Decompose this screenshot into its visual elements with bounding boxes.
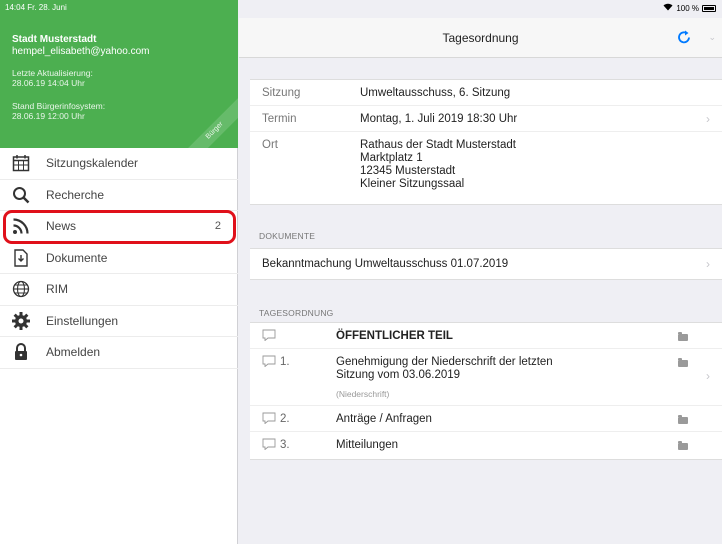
news-count-badge: 2 <box>214 220 221 233</box>
agenda-item-title: Genehmigung der Niederschrift der letzte… <box>336 356 553 401</box>
comment-icon <box>262 355 276 367</box>
document-title: Bekanntmachung Umweltausschuss 01.07.201… <box>262 258 509 270</box>
sidebar-item-label: Einstellungen <box>46 313 119 328</box>
agenda-card: ÖFFENTLICHER TEIL 1. Genehmigung der Nie… <box>250 322 722 460</box>
battery-percent: 100 % <box>676 3 699 13</box>
sidebar-item-label: Abmelden <box>46 345 101 360</box>
folder-icon[interactable] <box>678 415 688 424</box>
agenda-item-title: Anträge / Anfragen <box>336 413 432 425</box>
ort-value: Rathaus der Stadt Musterstadt Marktplatz… <box>360 139 722 204</box>
sidebar-item-label: News <box>46 219 77 234</box>
agenda-item-3[interactable]: 3. Mitteilungen <box>250 432 722 459</box>
battery-icon <box>702 4 716 12</box>
last-update-value: 28.06.19 14:04 Uhr <box>12 78 85 88</box>
agenda-item-number: 2. <box>280 413 290 425</box>
agenda-item-title: Mitteilungen <box>336 439 399 451</box>
status-time-date: 14:04 Fr. 28. Juni <box>5 3 67 12</box>
agenda-item-number: 3. <box>280 439 290 451</box>
status-right: 100 % <box>663 3 716 13</box>
folder-icon[interactable] <box>678 332 688 341</box>
lock-icon <box>10 342 32 362</box>
last-update-label: Letzte Aktualisierung: <box>12 68 93 78</box>
gear-icon <box>10 311 32 331</box>
system-status-value: 28.06.19 12:00 Uhr <box>12 111 85 121</box>
agenda-item-2[interactable]: 2. Anträge / Anfragen <box>250 406 722 432</box>
user-email: hempel_elisabeth@yahoo.com <box>12 46 150 57</box>
agenda-item-public[interactable]: ÖFFENTLICHER TEIL <box>250 323 722 349</box>
sidebar-menu: Sitzungskalender Recherche News 2 Dokume… <box>0 148 238 369</box>
sidebar-item-abmelden[interactable]: Abmelden <box>0 337 238 369</box>
account-header: 14:04 Fr. 28. Juni Stadt Musterstadt hem… <box>0 0 238 148</box>
agenda-item-number: 1. <box>280 356 290 368</box>
info-row-sitzung: Sitzung Umweltausschuss, 6. Sitzung <box>250 80 722 106</box>
sidebar-item-label: Sitzungskalender <box>46 156 139 171</box>
comment-icon <box>262 329 276 341</box>
nav-bar: Tagesordnung ⌄ <box>239 18 722 58</box>
termin-value: Montag, 1. Juli 2019 18:30 Uhr <box>360 112 518 125</box>
system-status-label: Stand Bürgerinfosystem: <box>12 101 106 111</box>
wifi-icon <box>663 3 673 13</box>
sidebar-item-sitzungskalender[interactable]: Sitzungskalender <box>0 148 238 180</box>
search-icon <box>10 185 32 205</box>
sidebar-item-label: Recherche <box>46 187 105 202</box>
rss-icon <box>10 216 32 236</box>
ort-line: Kleiner Sitzungssaal <box>360 178 465 190</box>
sidebar-item-label: RIM <box>46 282 68 297</box>
chevron-down-icon[interactable]: ⌄ <box>708 32 716 43</box>
ort-label: Ort <box>262 139 278 151</box>
chevron-right-icon: › <box>706 111 710 126</box>
document-row[interactable]: Bekanntmachung Umweltausschuss 01.07.201… <box>250 249 722 279</box>
role-ribbon: Bürger <box>178 94 238 148</box>
sidebar-item-dokumente[interactable]: Dokumente <box>0 243 238 274</box>
calendar-icon <box>10 153 32 173</box>
info-row-ort: Ort Rathaus der Stadt Musterstadt Marktp… <box>250 132 722 204</box>
sidebar-item-label: Dokumente <box>46 250 108 265</box>
last-update: Letzte Aktualisierung: 28.06.19 14:04 Uh… <box>12 68 93 88</box>
page-title: Tagesordnung <box>442 31 519 45</box>
sitzung-value: Umweltausschuss, 6. Sitzung <box>360 86 511 99</box>
refresh-icon[interactable] <box>676 29 692 45</box>
comment-icon <box>262 438 276 450</box>
comment-icon <box>262 412 276 424</box>
ort-line: Marktplatz 1 <box>360 152 423 164</box>
sidebar: 14:04 Fr. 28. Juni Stadt Musterstadt hem… <box>0 0 238 544</box>
documents-section-label: DOKUMENTE <box>259 231 316 241</box>
chevron-right-icon: › <box>706 369 710 383</box>
agenda-item-1[interactable]: 1. Genehmigung der Niederschrift der let… <box>250 349 722 406</box>
info-row-termin[interactable]: Termin Montag, 1. Juli 2019 18:30 Uhr › <box>250 106 722 132</box>
sitzung-label: Sitzung <box>262 86 301 99</box>
agenda-item-note: (Niederschrift) <box>336 389 390 399</box>
termin-label: Termin <box>262 112 297 125</box>
main-pane: 100 % Tagesordnung ⌄ Sitzung Umweltaussc… <box>239 0 722 544</box>
documents-card: Bekanntmachung Umweltausschuss 01.07.201… <box>250 248 722 280</box>
document-icon <box>10 248 32 268</box>
agenda-item-title: ÖFFENTLICHER TEIL <box>336 330 453 342</box>
ort-line: 12345 Musterstadt <box>360 165 456 177</box>
meeting-info-card: Sitzung Umweltausschuss, 6. Sitzung Term… <box>250 79 722 205</box>
sidebar-item-news[interactable]: News 2 <box>3 210 236 244</box>
system-status: Stand Bürgerinfosystem: 28.06.19 12:00 U… <box>12 101 105 121</box>
ort-line: Rathaus der Stadt Musterstadt <box>360 139 516 151</box>
city-name: Stadt Musterstadt <box>12 34 97 45</box>
sidebar-item-rim[interactable]: RIM <box>0 274 238 306</box>
agenda-title-line: Genehmigung der Niederschrift der letzte… <box>336 356 553 368</box>
chevron-right-icon: › <box>706 257 710 271</box>
agenda-section-label: TAGESORDNUNG <box>259 308 334 318</box>
agenda-title-line: Sitzung vom 03.06.2019 <box>336 369 461 381</box>
folder-icon[interactable] <box>678 358 688 367</box>
sidebar-item-einstellungen[interactable]: Einstellungen <box>0 306 238 337</box>
sidebar-item-recherche[interactable]: Recherche <box>0 180 238 211</box>
globe-icon <box>10 279 32 299</box>
folder-icon[interactable] <box>678 441 688 450</box>
